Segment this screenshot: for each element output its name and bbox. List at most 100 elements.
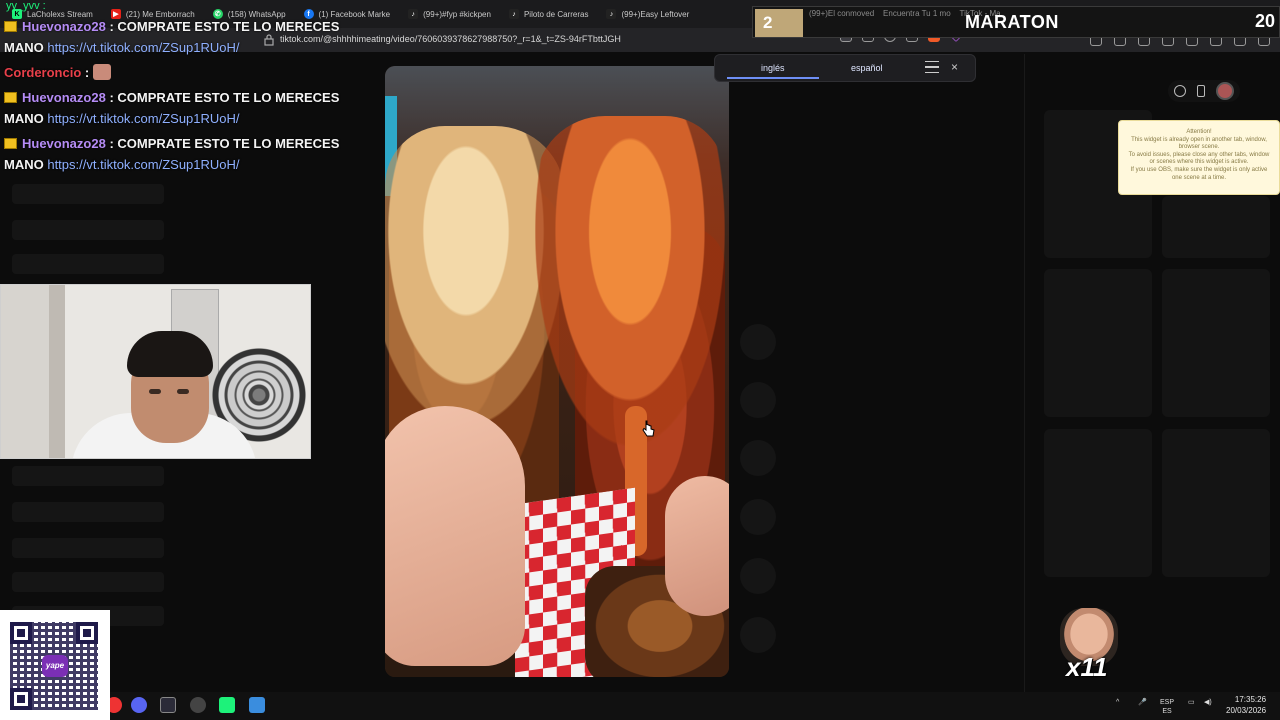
maraton-left-number: 2: [755, 9, 803, 37]
attention-line: Attention!: [1186, 129, 1212, 135]
volume-icon[interactable]: ◀): [1204, 698, 1212, 707]
obs-icon[interactable]: [160, 697, 176, 713]
chat-message-cont: MANO https://vt.tiktok.com/ZSup1RUoH/: [4, 154, 240, 175]
comment-button[interactable]: [740, 382, 776, 418]
translate-popup: inglés español ×: [714, 54, 976, 82]
chat-message: Huevonazo28 : COMPRATE ESTO TE LO MERECE…: [4, 16, 339, 37]
settings-app-icon[interactable]: [190, 697, 206, 713]
webcam-doorframe: [49, 285, 65, 458]
tiktok-icon: ♪: [606, 9, 617, 19]
video-thumbnail-placeholder[interactable]: [1162, 196, 1270, 258]
chat-link[interactable]: https://vt.tiktok.com/ZSup1RUoH/: [47, 40, 239, 55]
network-icon[interactable]: ▭: [1188, 698, 1195, 707]
subscriber-badge-icon: [4, 92, 17, 103]
chat-username[interactable]: Huevonazo28: [22, 136, 106, 151]
maraton-title: MARATON: [965, 12, 1059, 32]
discord-icon[interactable]: [131, 697, 147, 713]
video-thumbnail-placeholder[interactable]: [1162, 429, 1270, 577]
chat-text: :: [84, 65, 90, 80]
chat-text: : COMPRATE ESTO TE LO MERECES: [109, 136, 340, 151]
system-clock[interactable]: 17:35:26 20/03/2026: [1226, 694, 1266, 716]
video-thumbnail-placeholder[interactable]: [1044, 269, 1152, 417]
attention-line: If you use OBS, make sure the widget is …: [1130, 166, 1268, 173]
yape-logo: yape: [42, 655, 68, 677]
browser-tab[interactable]: ♪ (99+)Easy Leftover: [598, 3, 697, 25]
attention-line: This widget is already open in another t…: [1131, 136, 1267, 143]
chat-username[interactable]: Corderoncio: [4, 65, 81, 80]
emote-count: x11: [1066, 652, 1108, 682]
compass-icon[interactable]: [1174, 85, 1186, 97]
yape-qr-code: yape: [0, 610, 110, 720]
attention-line: To avoid issues, please close any other …: [1128, 151, 1270, 158]
hand-cursor-icon: [642, 420, 655, 437]
translate-target-tab[interactable]: español: [851, 63, 883, 73]
video-hand-right: [665, 476, 729, 616]
qr-finder: [10, 622, 32, 644]
chat-message-cont: MANO https://vt.tiktok.com/ZSup1RUoH/: [4, 108, 240, 129]
translate-menu-icon[interactable]: [925, 61, 939, 73]
chat-text: : COMPRATE ESTO TE LO MERECES: [109, 19, 340, 34]
tiktok-video[interactable]: [385, 66, 729, 677]
placeholder-row: [12, 220, 164, 240]
clock-time: 17:35:26: [1234, 695, 1267, 704]
translate-source-tab[interactable]: inglés: [761, 63, 785, 73]
kick-app-icon[interactable]: [219, 697, 235, 713]
video-hand-left: [385, 406, 525, 666]
language-indicator[interactable]: ESP ES: [1160, 698, 1174, 716]
chat-username[interactable]: Huevonazo28: [22, 19, 106, 34]
chat-link[interactable]: https://vt.tiktok.com/ZSup1RUoH/: [47, 111, 239, 126]
more-button[interactable]: [740, 617, 776, 653]
video-orange-sauce: [535, 116, 725, 446]
chat-message-cont: MANO https://vt.tiktok.com/ZSup1RUoH/: [4, 37, 240, 58]
tiktok-icon: ♪: [508, 9, 519, 19]
taskbar: [110, 692, 1280, 720]
video-thumbnail-placeholder[interactable]: [1044, 429, 1152, 577]
emote-icon: [93, 64, 112, 80]
chat-text: : COMPRATE ESTO TE LO MERECES: [109, 90, 340, 105]
webcam-person-hair: [127, 331, 213, 377]
attention-line: one scene at a time.: [1171, 174, 1227, 181]
like-button[interactable]: [740, 324, 776, 360]
share-button[interactable]: [740, 499, 776, 535]
tiktok-header-icons: [1168, 80, 1240, 102]
widget-attention-notice: Attention! This widget is already open i…: [1118, 120, 1280, 195]
webcam-feed: [0, 284, 311, 459]
profile-avatar[interactable]: [1216, 82, 1234, 100]
qr-finder: [76, 622, 98, 644]
chat-text: MANO: [4, 157, 44, 172]
phone-icon[interactable]: [1197, 85, 1205, 97]
placeholder-row: [12, 538, 164, 558]
chat-link[interactable]: https://vt.tiktok.com/ZSup1RUoH/: [47, 157, 239, 172]
clock-date: 20/03/2026: [1226, 706, 1267, 715]
placeholder-row: [12, 466, 164, 486]
video-thumbnail-placeholder[interactable]: [1162, 269, 1270, 417]
tray-chevron-icon[interactable]: ^: [1116, 698, 1119, 707]
attention-line: browser scene.: [1178, 144, 1220, 151]
emote-combo: x11: [1060, 608, 1118, 682]
translate-active-indicator: [727, 77, 819, 79]
webcam-eye: [177, 389, 189, 394]
chat-text: MANO: [4, 111, 44, 126]
tab-label: Piloto de Carreras: [523, 9, 589, 19]
maraton-right-number: 20: [1254, 11, 1275, 31]
maraton-overlay: 2 (99+)El conmoved Encuentra Tu 1 mo Tik…: [752, 6, 1280, 38]
tab-label: (99+)#fyp #kickpen: [423, 9, 491, 19]
save-button[interactable]: [740, 440, 776, 476]
microphone-icon[interactable]: 🎤: [1138, 698, 1147, 707]
placeholder-row: [12, 254, 164, 274]
placeholder-row: [12, 572, 164, 592]
subscriber-badge-icon: [4, 138, 17, 149]
chat-text: MANO: [4, 40, 44, 55]
screen: K LaCholexs Stream ▶ (21) Me Emborrach ✆ (1…: [0, 0, 1280, 720]
chat-message: Huevonazo28 : COMPRATE ESTO TE LO MERECE…: [4, 87, 339, 108]
browser-tab[interactable]: ♪ (99+)#fyp #kickpen: [400, 3, 499, 25]
placeholder-row: [12, 184, 164, 204]
translate-close-icon[interactable]: ×: [951, 60, 958, 74]
stream-title: yy_yvv :: [6, 0, 46, 12]
chat-username[interactable]: Huevonazo28: [22, 90, 106, 105]
notepad-icon[interactable]: [249, 697, 265, 713]
chat-message: Corderoncio :: [4, 62, 112, 83]
browser-tab[interactable]: ♪ Piloto de Carreras: [501, 3, 596, 25]
qr-finder: [10, 688, 32, 710]
repost-button[interactable]: [740, 558, 776, 594]
